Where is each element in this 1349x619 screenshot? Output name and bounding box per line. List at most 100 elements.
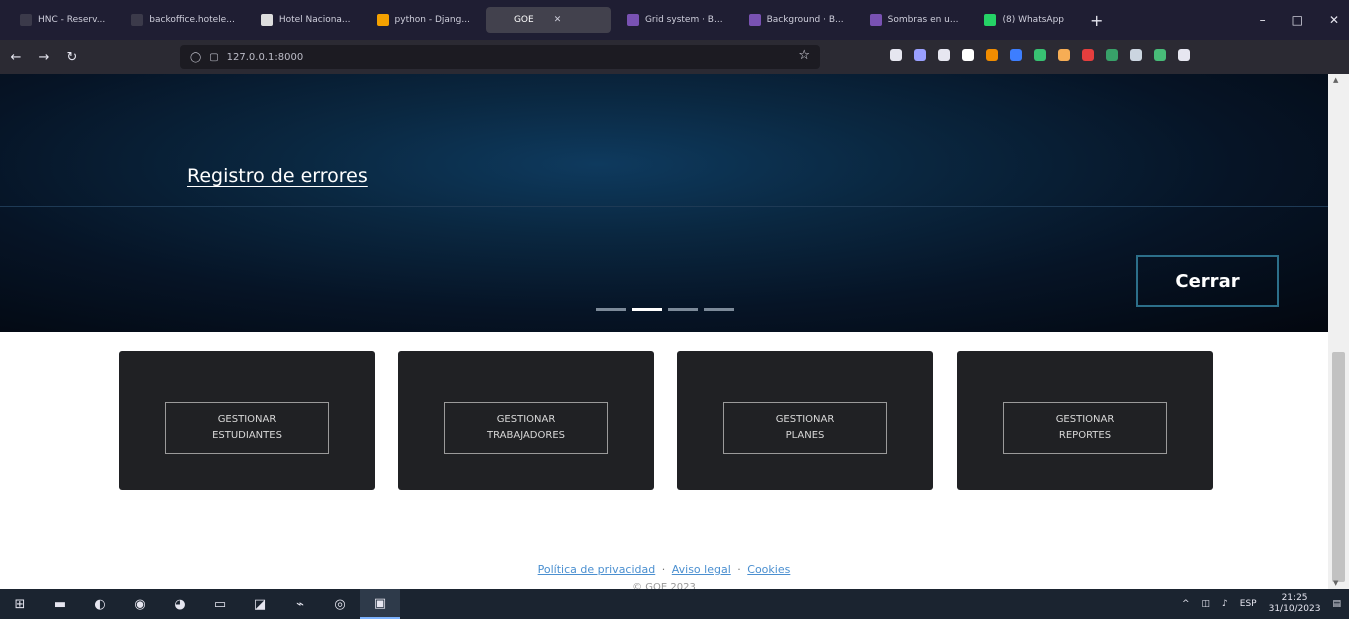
button-label-line2: TRABAJADORES: [487, 430, 565, 441]
bookmark-star-icon[interactable]: ☆: [798, 48, 810, 63]
url-text[interactable]: 127.0.0.1:8000: [227, 52, 304, 63]
close-window-button[interactable]: ✕: [1329, 13, 1339, 27]
browser-tab[interactable]: GOE ✕: [485, 7, 611, 33]
minimize-button[interactable]: –: [1260, 13, 1266, 27]
button-label-line1: GESTIONAR: [1055, 414, 1115, 425]
network-icon[interactable]: ◫: [1202, 599, 1211, 609]
manage-plans-button[interactable]: GESTIONAR PLANES: [723, 402, 887, 454]
close-button[interactable]: Cerrar: [1136, 255, 1279, 307]
card-workers: GESTIONAR TRABAJADORES: [398, 351, 654, 490]
extension-icon[interactable]: [1130, 49, 1142, 61]
url-bar[interactable]: ◯ ▢ 127.0.0.1:8000 ☆: [180, 45, 820, 69]
taskbar-app-icon[interactable]: ◎: [320, 589, 360, 619]
language-indicator[interactable]: ESP: [1240, 599, 1257, 609]
browser-navbar: ← → ↻ ◯ ▢ 127.0.0.1:8000 ☆: [0, 40, 1349, 74]
extension-icon[interactable]: [1010, 49, 1022, 61]
extension-icon[interactable]: [986, 49, 998, 61]
extension-icon[interactable]: [1082, 49, 1094, 61]
legal-notice-link[interactable]: Aviso legal: [672, 563, 731, 576]
extension-icon[interactable]: [1034, 49, 1046, 61]
system-tray: ^ ◫ ♪ ESP 21:25 31/10/2023 ▤: [1182, 589, 1341, 619]
extension-toolbar: [890, 49, 1190, 61]
os-taskbar: ⊞ ▬ ◐ ◉ ◕ ▭ ◪ ⌁ ◎ ▣ ^ ◫ ♪ ESP 21:25 31/10/2023 ▤: [0, 589, 1349, 619]
start-menu-icon[interactable]: ⊞: [0, 589, 40, 619]
browser-tab[interactable]: Sombras en u...: [860, 7, 969, 33]
tab-close-icon[interactable]: ✕: [554, 15, 562, 25]
taskbar-apps: ⊞ ▬ ◐ ◉ ◕ ▭ ◪ ⌁ ◎ ▣: [0, 589, 400, 619]
extension-icon[interactable]: [1058, 49, 1070, 61]
hero-banner: Registro de errores Cerrar: [0, 74, 1328, 332]
browser-tab[interactable]: Hotel Naciona...: [251, 7, 361, 33]
page-scrollbar[interactable]: ▲ ▼: [1328, 74, 1349, 589]
browser-tab[interactable]: backoffice.hotele...: [121, 7, 245, 33]
extension-icon[interactable]: [1178, 49, 1190, 61]
shield-icon[interactable]: ◯: [190, 52, 201, 63]
tab-label: Background · B...: [766, 15, 844, 25]
taskbar-app-icon[interactable]: ◪: [240, 589, 280, 619]
tab-favicon-icon: [495, 14, 508, 26]
extension-icon[interactable]: [914, 49, 926, 61]
scroll-thumb[interactable]: [1332, 352, 1345, 582]
footer-links: Política de privacidad · Aviso legal · C…: [0, 563, 1328, 576]
taskbar-app-icon[interactable]: ◐: [80, 589, 120, 619]
browser-tab[interactable]: HNC - Reserv...: [10, 7, 115, 33]
forward-icon[interactable]: →: [32, 50, 56, 65]
extension-icon[interactable]: [1106, 49, 1118, 61]
carousel-indicators: [596, 308, 734, 311]
extension-icon[interactable]: [938, 49, 950, 61]
carousel-indicator[interactable]: [704, 308, 734, 311]
taskbar-app-icon[interactable]: ⌁: [280, 589, 320, 619]
manage-reports-button[interactable]: GESTIONAR REPORTES: [1003, 402, 1167, 454]
button-label-line2: ESTUDIANTES: [212, 430, 282, 441]
tab-favicon-icon: [984, 14, 997, 26]
browser-tab-strip: HNC - Reserv... backoffice.hotele... Hotel…: [0, 0, 1349, 40]
card-reports: GESTIONAR REPORTES: [957, 351, 1213, 490]
new-tab-button[interactable]: +: [1090, 11, 1103, 30]
browser-tab[interactable]: Grid system · B...: [617, 7, 733, 33]
maximize-button[interactable]: □: [1292, 13, 1303, 27]
button-label-line2: REPORTES: [1058, 430, 1112, 441]
scroll-down-arrow-icon[interactable]: ▼: [1333, 579, 1338, 587]
extension-icon[interactable]: [962, 49, 974, 61]
taskbar-app-icon[interactable]: ▭: [200, 589, 240, 619]
privacy-policy-link[interactable]: Política de privacidad: [538, 563, 656, 576]
manage-students-button[interactable]: GESTIONAR ESTUDIANTES: [165, 402, 329, 454]
tab-favicon-icon: [131, 14, 144, 26]
tab-label: HNC - Reserv...: [38, 15, 106, 25]
browser-tab[interactable]: Background · B...: [739, 7, 854, 33]
tab-label: Grid system · B...: [644, 15, 723, 25]
carousel-indicator[interactable]: [668, 308, 698, 311]
tab-label: GOE: [513, 15, 534, 25]
taskbar-app-icon[interactable]: ◉: [120, 589, 160, 619]
tab-favicon-icon: [20, 14, 32, 26]
button-label-line1: GESTIONAR: [217, 414, 277, 425]
taskbar-app-icon[interactable]: ◕: [160, 589, 200, 619]
taskbar-app-icon[interactable]: ▣: [360, 589, 400, 619]
button-label-line2: PLANES: [785, 430, 825, 441]
extension-icon[interactable]: [1154, 49, 1166, 61]
volume-icon[interactable]: ♪: [1222, 599, 1228, 609]
extension-icon[interactable]: [890, 49, 902, 61]
tab-label: Sombras en u...: [887, 15, 959, 25]
window-controls: – □ ✕: [1260, 0, 1339, 40]
clock[interactable]: 21:25 31/10/2023: [1269, 593, 1321, 615]
back-icon[interactable]: ←: [4, 50, 28, 65]
carousel-indicator[interactable]: [596, 308, 626, 311]
reload-icon[interactable]: ↻: [60, 50, 84, 65]
notifications-icon[interactable]: ▤: [1332, 599, 1341, 609]
cookies-link[interactable]: Cookies: [747, 563, 790, 576]
browser-tab[interactable]: (8) WhatsApp: [974, 7, 1074, 33]
browser-tab[interactable]: python - Djang...: [367, 7, 480, 33]
tray-expand-icon[interactable]: ^: [1182, 599, 1190, 609]
taskbar-app-icon[interactable]: ▬: [40, 589, 80, 619]
button-label-line1: GESTIONAR: [496, 414, 556, 425]
clock-time: 21:25: [1281, 593, 1308, 603]
manage-workers-button[interactable]: GESTIONAR TRABAJADORES: [444, 402, 608, 454]
card-plans: GESTIONAR PLANES: [677, 351, 933, 490]
footer-separator: ·: [661, 563, 666, 576]
page-info-icon[interactable]: ▢: [209, 52, 218, 63]
tab-favicon-icon: [626, 14, 639, 26]
carousel-indicator[interactable]: [632, 308, 662, 311]
scroll-up-arrow-icon[interactable]: ▲: [1333, 76, 1338, 84]
error-log-link[interactable]: Registro de errores: [187, 165, 368, 187]
